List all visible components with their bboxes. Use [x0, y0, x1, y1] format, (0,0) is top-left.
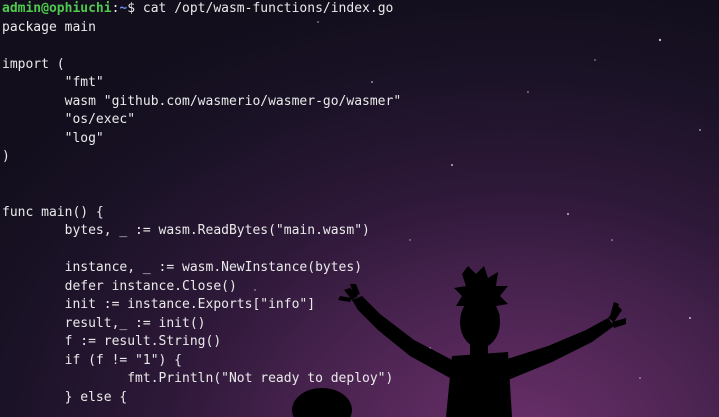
code-line: if (f != "1") { [2, 352, 183, 368]
code-line: import ( [2, 56, 65, 72]
code-line: defer instance.Close() [2, 278, 237, 294]
terminal-window[interactable]: admin@ophiuchi:~$ cat /opt/wasm-function… [0, 0, 719, 417]
code-line: ) [2, 149, 10, 164]
prompt-dollar: $ [127, 1, 136, 16]
code-line: func main() { [2, 204, 104, 220]
prompt-line: admin@ophiuchi:~$ cat /opt/wasm-function… [2, 0, 401, 19]
code-line: fmt.Println("Not ready to deploy") [2, 371, 394, 386]
code-line: } else { [2, 389, 128, 405]
code-line: f := result.String() [2, 334, 222, 349]
code-line: "fmt" [2, 75, 104, 90]
code-line: result,_ := init() [2, 315, 206, 331]
code-line: "log" [2, 130, 104, 146]
code-line: "os/exec" [2, 112, 136, 127]
code-line: instance, _ := wasm.NewInstance(bytes) [2, 260, 363, 275]
code-line: wasm "github.com/wasmerio/wasmer-go/wasm… [2, 93, 402, 109]
command-text: cat /opt/wasm-functions/index.go [135, 1, 394, 16]
code-line: init := instance.Exports["info"] [2, 297, 316, 312]
code-line: bytes, _ := wasm.ReadBytes("main.wasm") [2, 223, 370, 238]
prompt-user-host: admin@ophiuchi [2, 1, 112, 16]
code-line: package main [2, 19, 96, 35]
terminal-output: admin@ophiuchi:~$ cat /opt/wasm-function… [2, 0, 401, 407]
